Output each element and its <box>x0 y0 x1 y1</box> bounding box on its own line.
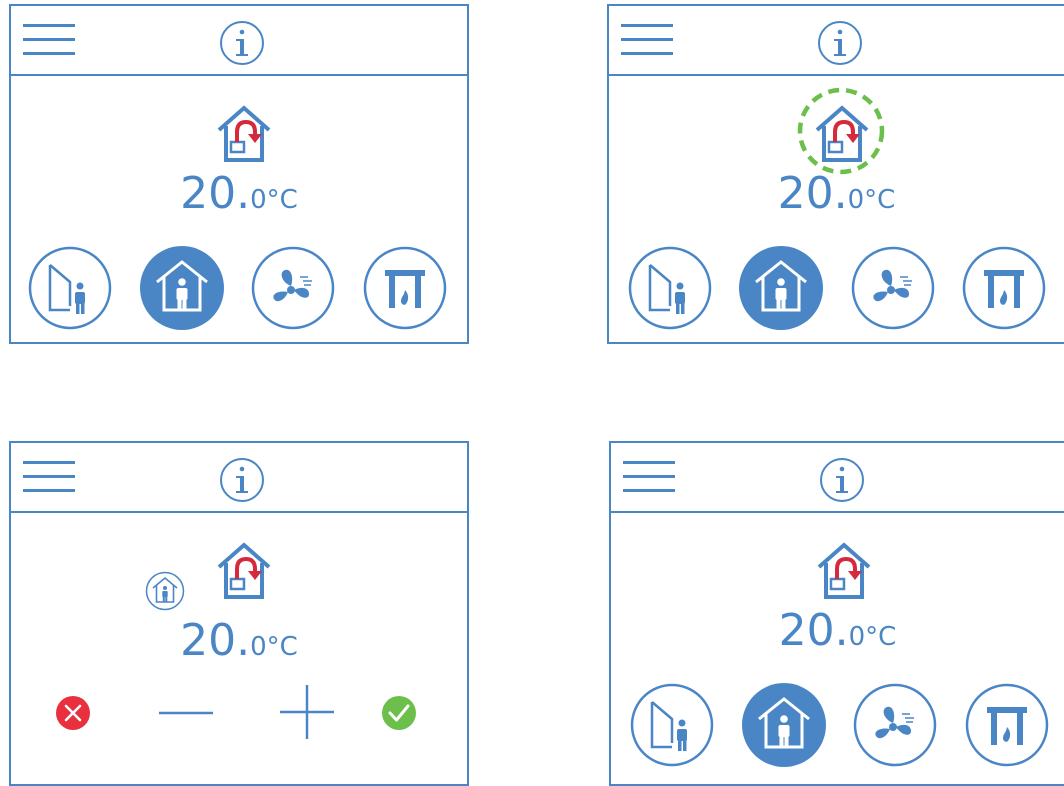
temperature-readout: 20.0°C <box>778 605 897 656</box>
panel-header <box>11 6 467 76</box>
thermostat-panel-3: 20.0°C <box>9 441 469 786</box>
fireplace-mode-button[interactable] <box>962 246 1046 330</box>
home-mode-button[interactable] <box>140 246 224 330</box>
fan-icon <box>853 683 937 767</box>
away-mode-button[interactable] <box>28 246 112 330</box>
home-person-icon <box>145 571 185 611</box>
fan-icon <box>851 246 935 330</box>
home-mode-button[interactable] <box>742 683 826 767</box>
mode-button-row <box>611 683 1064 773</box>
fireplace-icon <box>965 683 1049 767</box>
away-person-door-icon <box>628 246 712 330</box>
home-person-icon <box>742 683 826 767</box>
house-recirculation-icon <box>213 102 275 164</box>
panel-header <box>609 6 1064 76</box>
temperature-readout: 20.0°C <box>777 168 896 219</box>
fan-icon <box>251 246 335 330</box>
fireplace-mode-button[interactable] <box>363 246 447 330</box>
fireplace-icon <box>363 246 447 330</box>
panel-header <box>611 443 1064 513</box>
fireplace-mode-button[interactable] <box>965 683 1049 767</box>
mode-button-row <box>609 246 1064 336</box>
home-mode-button[interactable] <box>739 246 823 330</box>
info-icon[interactable] <box>219 20 265 66</box>
temperature-readout: 20.0°C <box>180 168 298 219</box>
boost-mode-button[interactable] <box>251 246 335 330</box>
confirm-button[interactable] <box>381 695 417 731</box>
home-person-icon <box>739 246 823 330</box>
away-mode-button[interactable] <box>630 683 714 767</box>
decrease-button[interactable] <box>159 688 213 738</box>
thermostat-panel-4: 20.0°C <box>609 441 1064 786</box>
info-icon[interactable] <box>817 20 863 66</box>
increase-button[interactable] <box>280 683 334 741</box>
panel-header <box>11 443 467 513</box>
away-person-door-icon <box>630 683 714 767</box>
hamburger-menu-icon[interactable] <box>623 461 675 493</box>
temperature-readout: 20.0°C <box>180 615 298 666</box>
house-recirculation-icon <box>213 539 275 601</box>
thermostat-panel-1: 20.0°C <box>9 4 469 344</box>
hamburger-menu-icon[interactable] <box>621 24 673 56</box>
hamburger-menu-icon[interactable] <box>23 24 75 56</box>
boost-mode-button[interactable] <box>851 246 935 330</box>
info-icon[interactable] <box>819 457 865 503</box>
highlight-ring <box>797 87 885 175</box>
boost-mode-button[interactable] <box>853 683 937 767</box>
cancel-button[interactable] <box>55 695 91 731</box>
mode-button-row <box>11 246 467 336</box>
house-recirculation-icon <box>813 539 875 601</box>
away-person-door-icon <box>28 246 112 330</box>
away-mode-button[interactable] <box>628 246 712 330</box>
info-icon[interactable] <box>219 457 265 503</box>
thermostat-panel-2: 20.0°C <box>607 4 1064 344</box>
home-person-icon <box>140 246 224 330</box>
hamburger-menu-icon[interactable] <box>23 461 75 493</box>
fireplace-icon <box>962 246 1046 330</box>
